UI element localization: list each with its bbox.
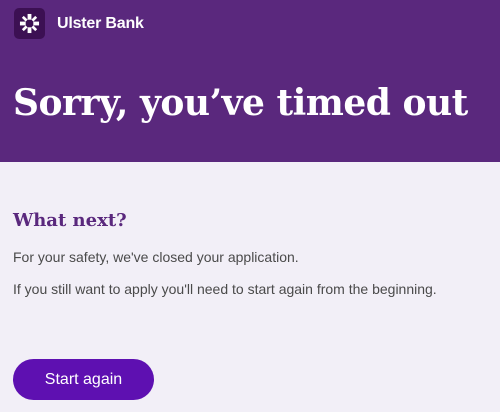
what-next-heading: What next?	[13, 210, 127, 231]
page-header: Ulster Bank Sorry, you’ve timed out	[0, 0, 500, 162]
page-title: Sorry, you’ve timed out	[13, 82, 468, 124]
brand[interactable]: Ulster Bank	[14, 8, 144, 39]
safety-message: For your safety, we've closed your appli…	[13, 249, 299, 265]
start-again-button[interactable]: Start again	[13, 359, 154, 400]
apply-again-message: If you still want to apply you'll need t…	[13, 281, 437, 297]
ulster-bank-logo-icon	[14, 8, 45, 39]
brand-name: Ulster Bank	[57, 14, 144, 32]
main-content: What next? For your safety, we've closed…	[0, 162, 500, 297]
